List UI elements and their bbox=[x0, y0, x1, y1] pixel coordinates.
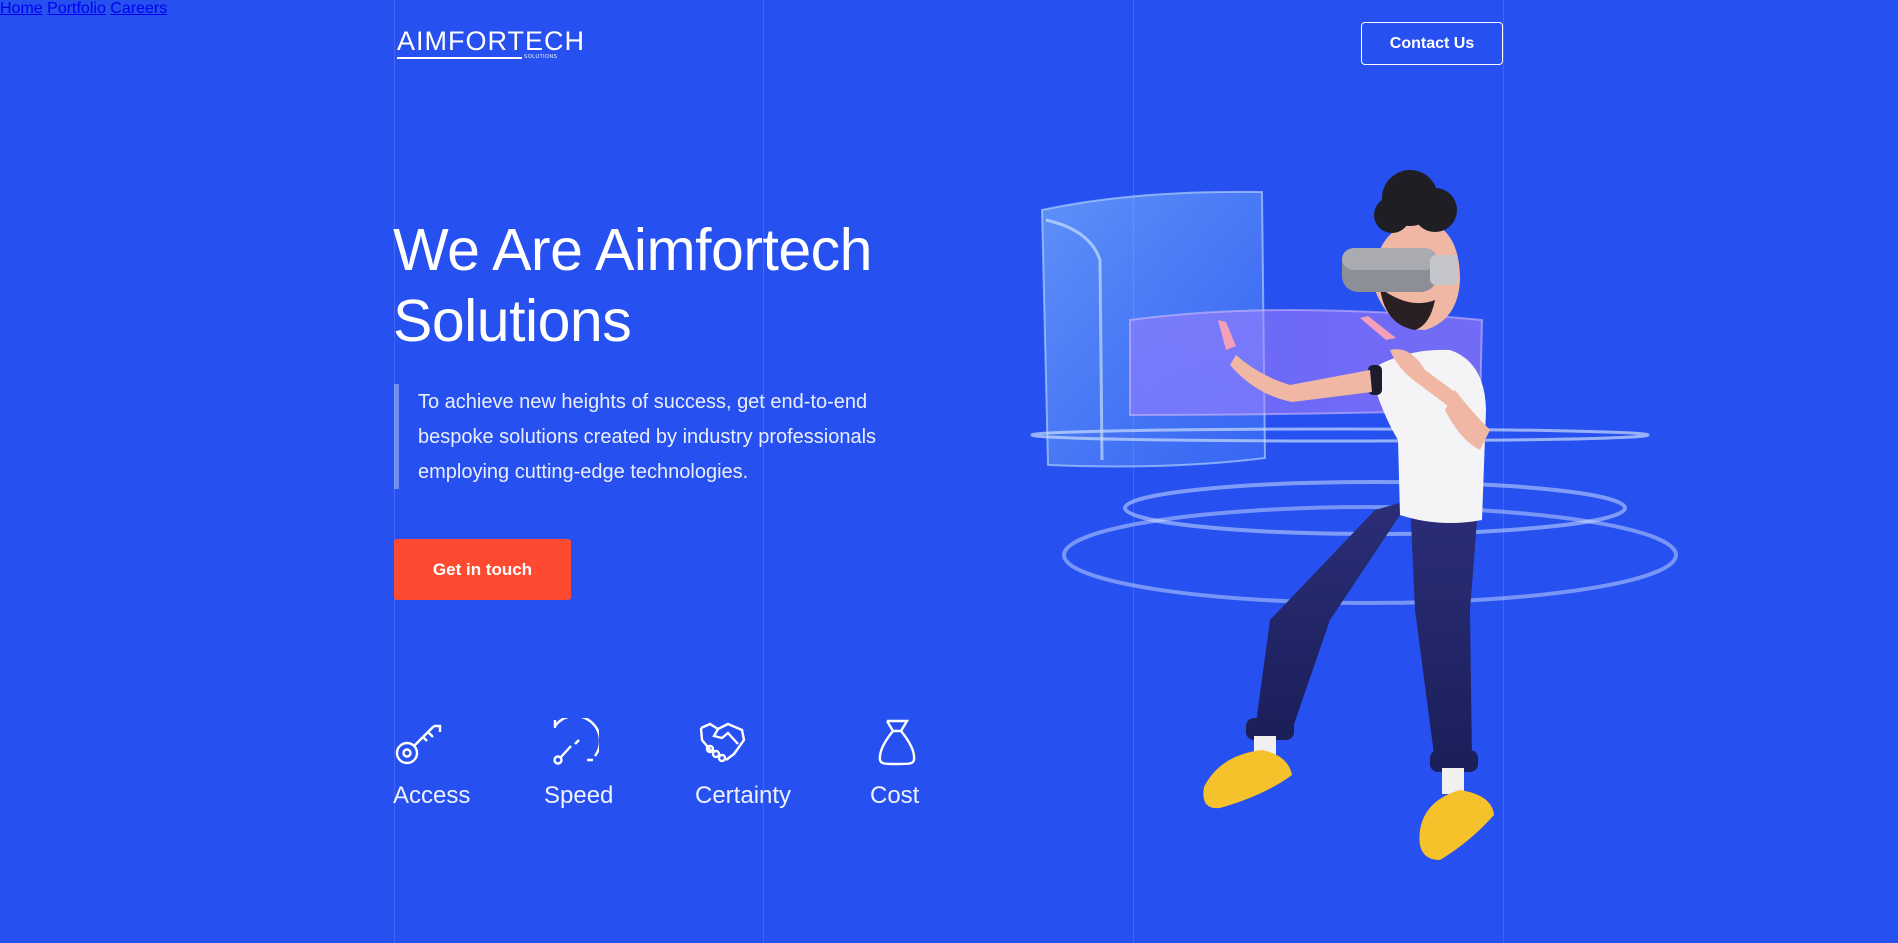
description-accent-bar bbox=[394, 384, 399, 489]
title-line-1: We Are Aimfortech bbox=[393, 217, 873, 283]
character-shoe bbox=[1203, 750, 1292, 809]
nav-home-link[interactable]: Home bbox=[0, 0, 43, 17]
feature-label: Cost bbox=[870, 782, 920, 809]
character-leg bbox=[1410, 500, 1478, 762]
feature-cost: Cost bbox=[870, 718, 930, 810]
money-bag-icon bbox=[878, 719, 916, 766]
contact-us-button[interactable]: Contact Us bbox=[1361, 22, 1503, 65]
title-line-2: Solutions bbox=[393, 288, 632, 354]
page-title: We Are Aimfortech Solutions bbox=[393, 215, 953, 357]
get-in-touch-button[interactable]: Get in touch bbox=[394, 539, 571, 600]
logo-subtext: SOLUTIONS bbox=[524, 54, 558, 60]
feature-access: Access bbox=[393, 718, 474, 810]
hero-description: To achieve new heights of success, get e… bbox=[418, 391, 877, 483]
nav-portfolio-link[interactable]: Portfolio bbox=[47, 0, 106, 17]
logo-text: AIMFORTECH bbox=[397, 26, 586, 56]
feature-speed: Speed bbox=[544, 718, 625, 810]
feature-certainty: Certainty bbox=[695, 718, 805, 810]
key-icon bbox=[395, 724, 442, 765]
handshake-icon bbox=[699, 722, 746, 763]
character-shoe bbox=[1419, 790, 1494, 860]
brand-logo[interactable]: AIMFORTECH SOLUTIONS bbox=[397, 26, 584, 60]
logo-underline bbox=[397, 57, 522, 59]
vr-character-illustration bbox=[1030, 170, 1678, 860]
feature-label: Certainty bbox=[695, 782, 792, 809]
speedometer-icon bbox=[553, 718, 599, 765]
nav-careers-link[interactable]: Careers bbox=[110, 0, 167, 17]
feature-label: Speed bbox=[544, 782, 614, 809]
main-nav: Home Portfolio Careers bbox=[0, 0, 1898, 18]
feature-label: Access bbox=[393, 782, 471, 809]
